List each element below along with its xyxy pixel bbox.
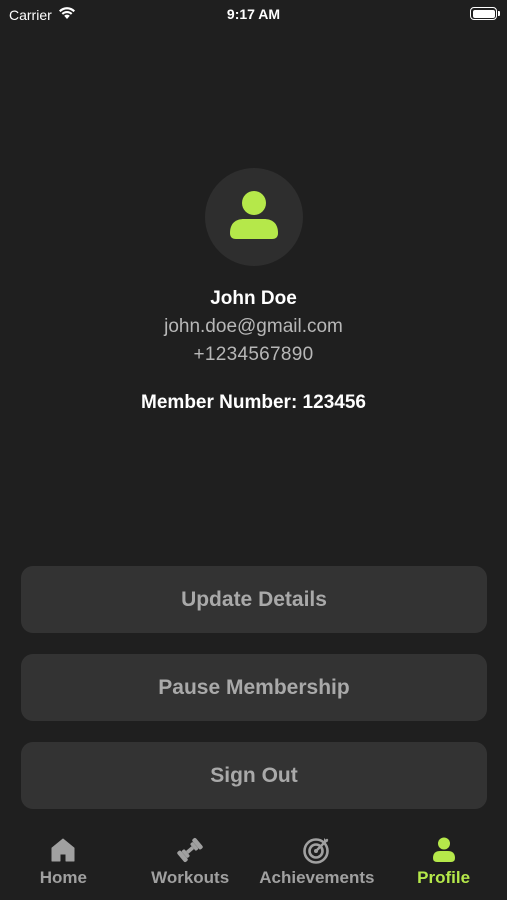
tab-workouts-label: Workouts bbox=[151, 868, 230, 887]
tab-profile-label: Profile bbox=[417, 868, 471, 887]
battery-icon bbox=[470, 7, 500, 20]
status-bar: Carrier 9:17 AM bbox=[0, 0, 507, 28]
sign-out-button[interactable]: Sign Out bbox=[21, 742, 487, 809]
dumbbell-icon bbox=[176, 836, 204, 864]
tab-bar: Home Workouts Achievements Profile bbox=[0, 824, 507, 900]
member-number: Member Number: 123456 bbox=[141, 392, 366, 413]
person-icon bbox=[430, 836, 458, 864]
status-time: 9:17 AM bbox=[226, 6, 281, 22]
profile-email: john.doe@gmail.com bbox=[164, 316, 343, 337]
profile-name: John Doe bbox=[210, 288, 297, 309]
person-icon bbox=[228, 189, 280, 246]
target-icon bbox=[303, 836, 331, 864]
avatar bbox=[205, 168, 303, 266]
pause-membership-button[interactable]: Pause Membership bbox=[21, 654, 487, 721]
tab-home-label: Home bbox=[39, 868, 87, 887]
home-icon bbox=[49, 836, 77, 864]
tab-achievements-label: Achievements bbox=[259, 868, 375, 887]
profile-phone: +1234567890 bbox=[193, 344, 314, 365]
tab-home[interactable]: Home bbox=[0, 824, 127, 900]
update-details-button[interactable]: Update Details bbox=[21, 566, 487, 633]
tab-profile[interactable]: Profile bbox=[380, 824, 507, 900]
tab-workouts[interactable]: Workouts bbox=[127, 824, 254, 900]
tab-achievements[interactable]: Achievements bbox=[254, 824, 381, 900]
